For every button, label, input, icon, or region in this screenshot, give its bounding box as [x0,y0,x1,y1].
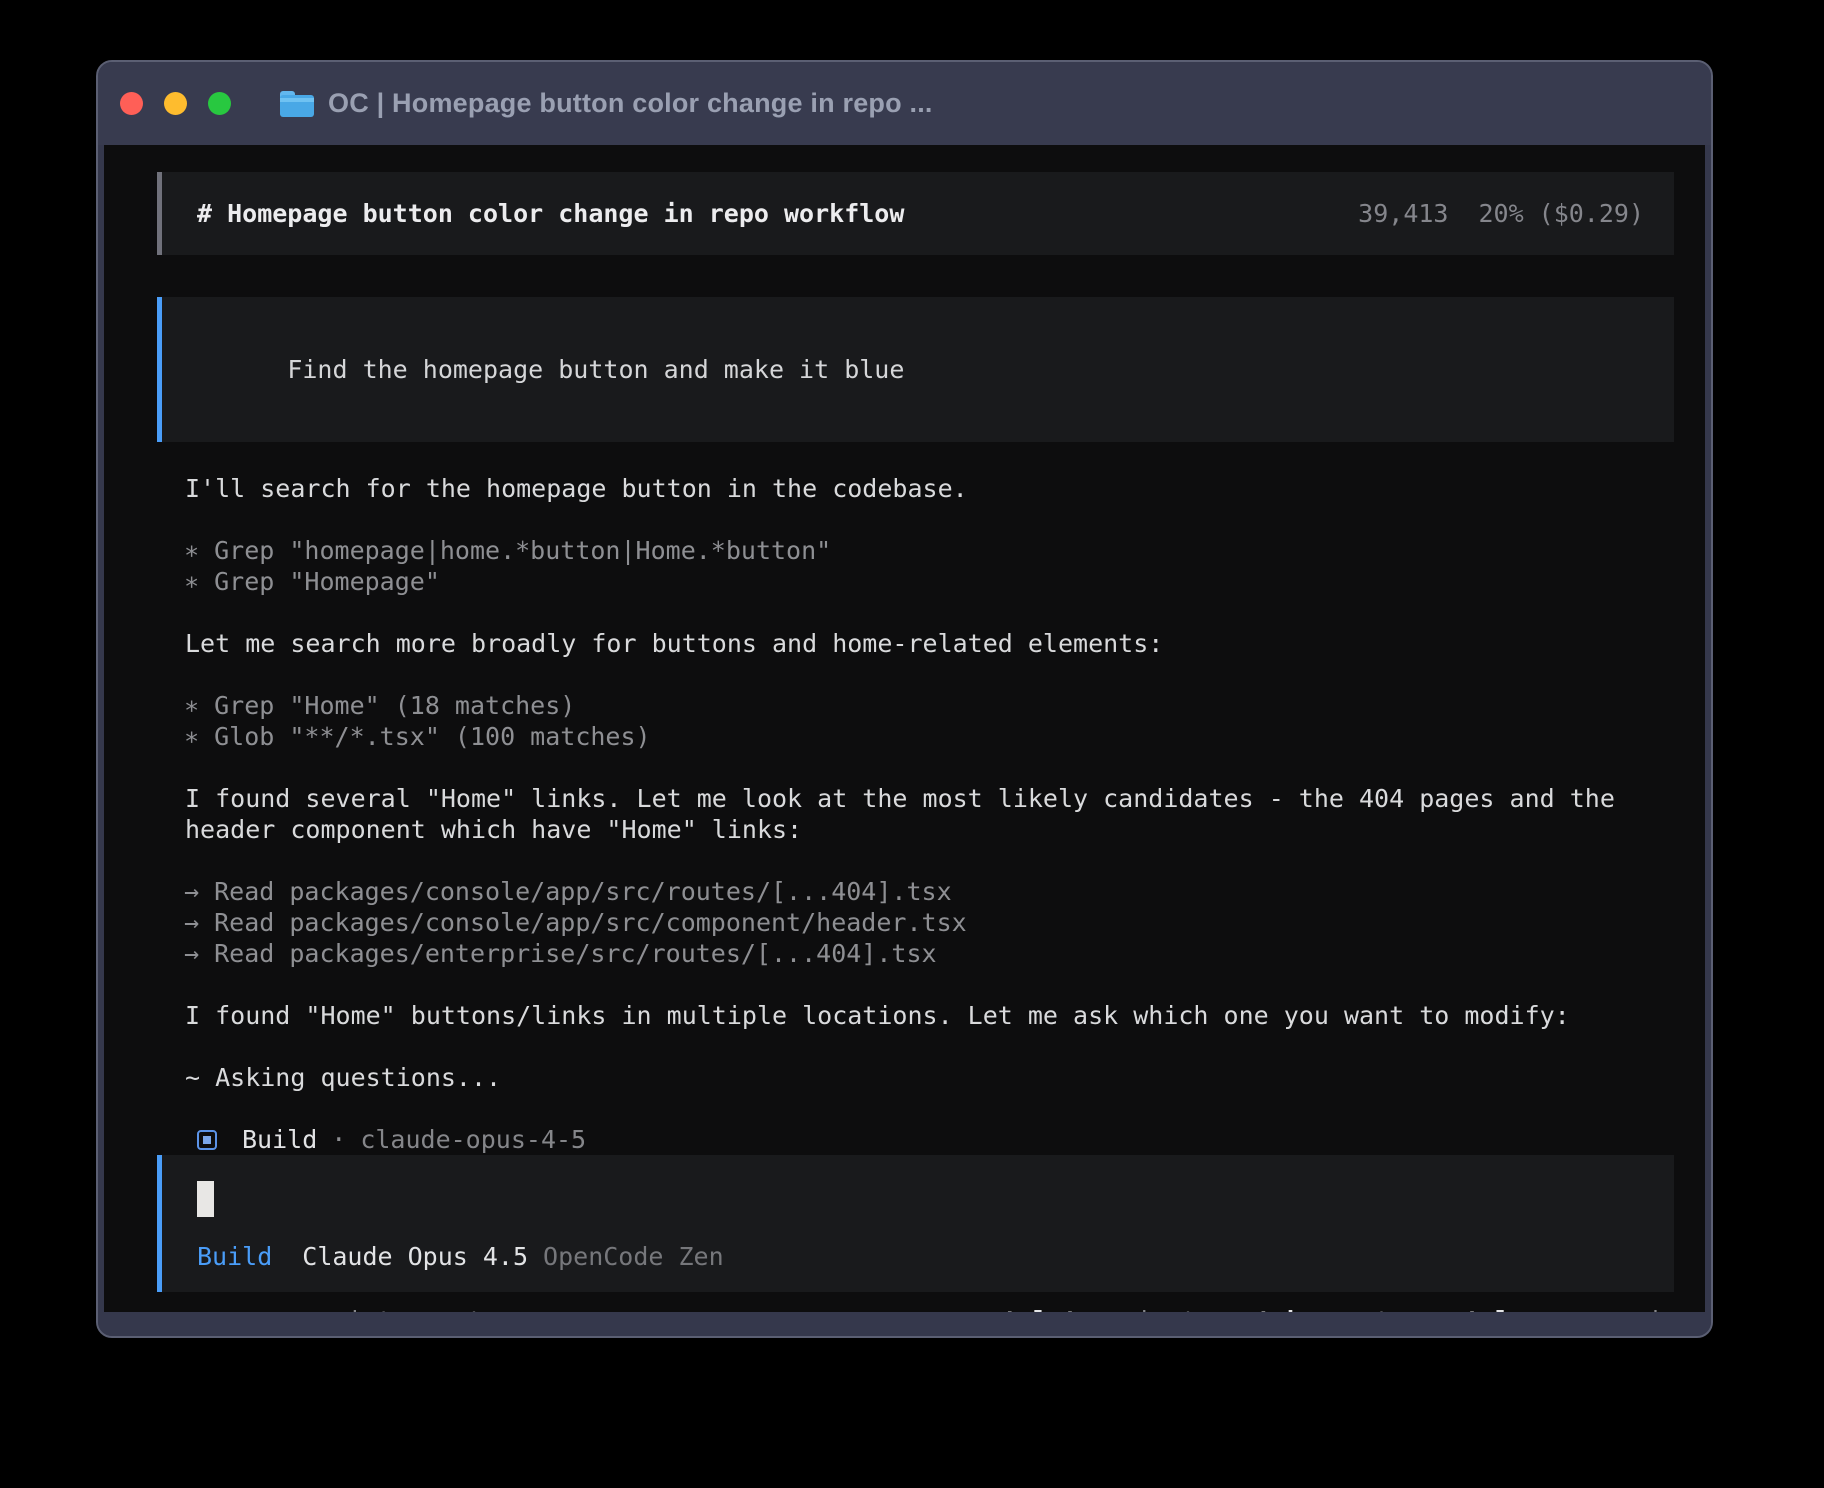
assistant-paragraph: I found "Home" buttons/links in multiple… [157,1000,1674,1031]
assistant-paragraph: I'll search for the homepage button in t… [157,473,1674,504]
assistant-paragraph: ~ Asking questions... [157,1062,1674,1093]
interrupt-hint: escinterrupt [289,1305,483,1313]
tool-call-line: ∗ Glob "**/*.tsx" (100 matches) [184,721,1674,752]
zoom-window-button[interactable] [208,92,231,115]
window-title: OC | Homepage button color change in rep… [328,88,933,119]
user-message-text: Find the homepage button and make it blu… [287,355,904,384]
context-percentage: 20% [1478,199,1523,228]
tool-call-line: ∗ Grep "Home" (18 matches) [184,690,1674,721]
token-count: 39,413 [1358,199,1448,228]
assistant-text-line: ~ Asking questions... [185,1062,1674,1093]
build-agent-icon [197,1130,217,1150]
model-label: Claude Opus 4.5 [302,1242,528,1271]
input-status-line: Build Claude Opus 4.5 OpenCode Zen [197,1241,1644,1272]
session-title: # Homepage button color change in repo w… [197,198,904,229]
close-window-button[interactable] [120,92,143,115]
commands-hint: ctrl+pcommands [1450,1305,1674,1313]
agent-separator: · [331,1124,346,1155]
agent-name: Build [242,1124,317,1155]
session-stats: 39,413 20% ($0.29) [1358,198,1644,229]
session-cost: ($0.29) [1539,199,1644,228]
tool-call-line: → Read packages/console/app/src/routes/[… [184,876,1674,907]
assistant-paragraph: Let me search more broadly for buttons a… [157,628,1674,659]
assistant-paragraph: I found several "Home" links. Let me loo… [157,783,1674,845]
terminal-window: OC | Homepage button color change in rep… [96,60,1713,1338]
agent-model-name: claude-opus-4-5 [360,1124,586,1155]
tool-call-line: ∗ Grep "homepage|home.*button|Home.*butt… [184,535,1674,566]
folder-icon [280,91,314,117]
terminal-content: # Homepage button color change in repo w… [104,145,1705,1312]
agents-hint: tabagents [1257,1305,1405,1313]
tool-call-group: → Read packages/console/app/src/routes/[… [157,876,1674,969]
minimize-window-button[interactable] [164,92,187,115]
tool-call-line: ∗ Grep "Homepage" [184,566,1674,597]
status-footer: escinterrupt ctrl+tvariants tabagents ct… [157,1292,1674,1312]
assistant-conversation: I'll search for the homepage button in t… [157,442,1674,1093]
tool-call-group: ∗ Grep "homepage|home.*button|Home.*butt… [157,535,1674,597]
assistant-text-line: I found "Home" buttons/links in multiple… [185,1000,1674,1031]
text-cursor [197,1181,214,1217]
assistant-text-line: I'll search for the homepage button in t… [185,473,1674,504]
window-titlebar: OC | Homepage button color change in rep… [98,62,1711,145]
tool-call-line: → Read packages/enterprise/src/routes/[.… [184,938,1674,969]
window-bottom-edge [98,1312,1711,1336]
prompt-input[interactable]: Build Claude Opus 4.5 OpenCode Zen [157,1155,1674,1292]
tool-call-line: → Read packages/console/app/src/componen… [184,907,1674,938]
user-message-block: Find the homepage button and make it blu… [157,297,1674,442]
variants-hint: ctrl+tvariants [988,1305,1212,1313]
agent-mode-label: Build [197,1242,272,1271]
session-header: # Homepage button color change in repo w… [157,172,1674,255]
tool-call-group: ∗ Grep "Home" (18 matches)∗ Glob "**/*.t… [157,690,1674,752]
assistant-text-line: Let me search more broadly for buttons a… [185,628,1674,659]
provider-label: OpenCode Zen [543,1242,724,1271]
assistant-text-line: I found several "Home" links. Let me loo… [185,783,1674,845]
agent-status-row: Build · claude-opus-4-5 [157,1124,1674,1155]
